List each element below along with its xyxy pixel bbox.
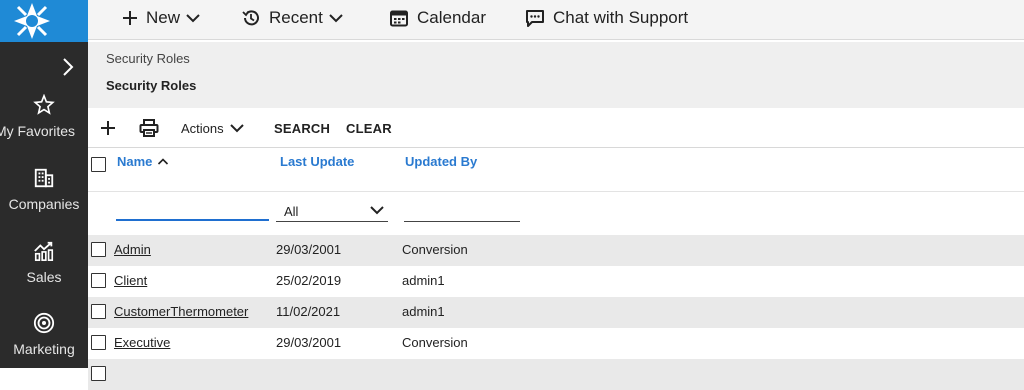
breadcrumb: Security Roles Security Roles: [88, 42, 1024, 108]
compass-logo-icon: [4, 1, 60, 41]
column-header-label: Name: [117, 154, 152, 169]
chevron-down-icon: [329, 13, 343, 23]
sort-ascending-icon: [157, 157, 169, 166]
last-update-cell: 11/02/2021: [276, 304, 340, 319]
row-checkbox[interactable]: [91, 366, 106, 381]
chevron-down-icon: [370, 205, 384, 215]
star-icon: [33, 94, 55, 116]
row-checkbox[interactable]: [91, 242, 106, 257]
app-logo[interactable]: [0, 0, 88, 42]
history-icon: [241, 8, 261, 28]
column-header-last-update[interactable]: Last Update: [280, 154, 354, 169]
search-button[interactable]: SEARCH: [274, 108, 330, 148]
last-update-filter-select[interactable]: All: [276, 200, 388, 222]
recent-menu-button[interactable]: Recent: [241, 0, 343, 36]
updated-by-cell: Conversion: [402, 242, 468, 257]
column-header-updated-by[interactable]: Updated By: [405, 154, 477, 169]
updated-by-filter-input[interactable]: [404, 221, 520, 222]
sidebar-item-label: Sales: [0, 269, 88, 285]
new-label: New: [146, 8, 180, 28]
chat-icon: [525, 8, 545, 28]
select-all-checkbox[interactable]: [91, 157, 106, 172]
building-icon: [33, 167, 55, 189]
sidebar-item-label: Companies: [0, 196, 88, 212]
updated-by-cell: admin1: [402, 273, 445, 288]
plus-icon: [122, 10, 138, 26]
column-header-name[interactable]: Name: [117, 154, 169, 169]
table-row[interactable]: Executive 29/03/2001 Conversion: [88, 328, 1024, 359]
side-navigation: My Favorites Companies Sales Marketing: [0, 0, 88, 368]
table-header: Name Last Update Updated By: [88, 149, 1024, 192]
plus-icon: [100, 120, 116, 136]
sidebar-item-marketing[interactable]: Marketing: [0, 312, 88, 357]
updated-by-cell: Conversion: [402, 335, 468, 350]
last-update-cell: 25/02/2019: [276, 273, 341, 288]
sidebar-item-label: Marketing: [0, 341, 88, 357]
actions-label: Actions: [181, 121, 224, 136]
chevron-right-icon[interactable]: [60, 55, 76, 79]
filter-row: All: [88, 192, 1024, 235]
role-name-link[interactable]: Admin: [114, 242, 151, 257]
row-checkbox[interactable]: [91, 304, 106, 319]
sidebar-item-companies[interactable]: Companies: [0, 167, 88, 212]
sales-chart-icon: [33, 240, 55, 262]
row-checkbox[interactable]: [91, 335, 106, 350]
top-bar: New Recent Calendar Chat with Support: [88, 0, 1024, 40]
sidebar-item-sales[interactable]: Sales: [0, 240, 88, 285]
clear-button[interactable]: CLEAR: [346, 108, 392, 148]
chat-support-button[interactable]: Chat with Support: [525, 0, 688, 36]
last-update-cell: 29/03/2001: [276, 335, 341, 350]
recent-label: Recent: [269, 8, 323, 28]
table-row[interactable]: CustomerThermometer 11/02/2021 admin1: [88, 297, 1024, 328]
calendar-button[interactable]: Calendar: [389, 0, 486, 36]
role-name-link[interactable]: CustomerThermometer: [114, 304, 248, 319]
role-name-link[interactable]: Executive: [114, 335, 170, 350]
table-row-partial[interactable]: [88, 359, 1024, 390]
sidebar-item-favorites[interactable]: My Favorites: [0, 94, 88, 139]
chat-support-label: Chat with Support: [553, 8, 688, 28]
new-menu-button[interactable]: New: [122, 0, 200, 36]
chevron-down-icon: [230, 123, 244, 133]
table-row[interactable]: Client 25/02/2019 admin1: [88, 266, 1024, 297]
role-name-link[interactable]: Client: [114, 273, 147, 288]
sidebar-item-label: My Favorites: [0, 123, 88, 139]
actions-menu-button[interactable]: Actions: [181, 108, 244, 148]
add-button[interactable]: [100, 108, 116, 148]
last-update-filter-value: All: [284, 204, 298, 219]
breadcrumb-parent[interactable]: Security Roles: [106, 51, 190, 66]
print-button[interactable]: [139, 108, 159, 148]
calendar-label: Calendar: [417, 8, 486, 28]
chevron-down-icon: [186, 13, 200, 23]
calendar-icon: [389, 8, 409, 28]
updated-by-cell: admin1: [402, 304, 445, 319]
page-title: Security Roles: [106, 78, 196, 93]
last-update-cell: 29/03/2001: [276, 242, 341, 257]
row-checkbox[interactable]: [91, 273, 106, 288]
printer-icon: [139, 119, 159, 137]
security-roles-table: Name Last Update Updated By All Admin 29…: [88, 149, 1024, 368]
list-toolbar: Actions SEARCH CLEAR: [88, 108, 1024, 148]
target-icon: [33, 312, 55, 334]
name-filter-input[interactable]: [116, 219, 269, 221]
table-row[interactable]: Admin 29/03/2001 Conversion: [88, 235, 1024, 266]
